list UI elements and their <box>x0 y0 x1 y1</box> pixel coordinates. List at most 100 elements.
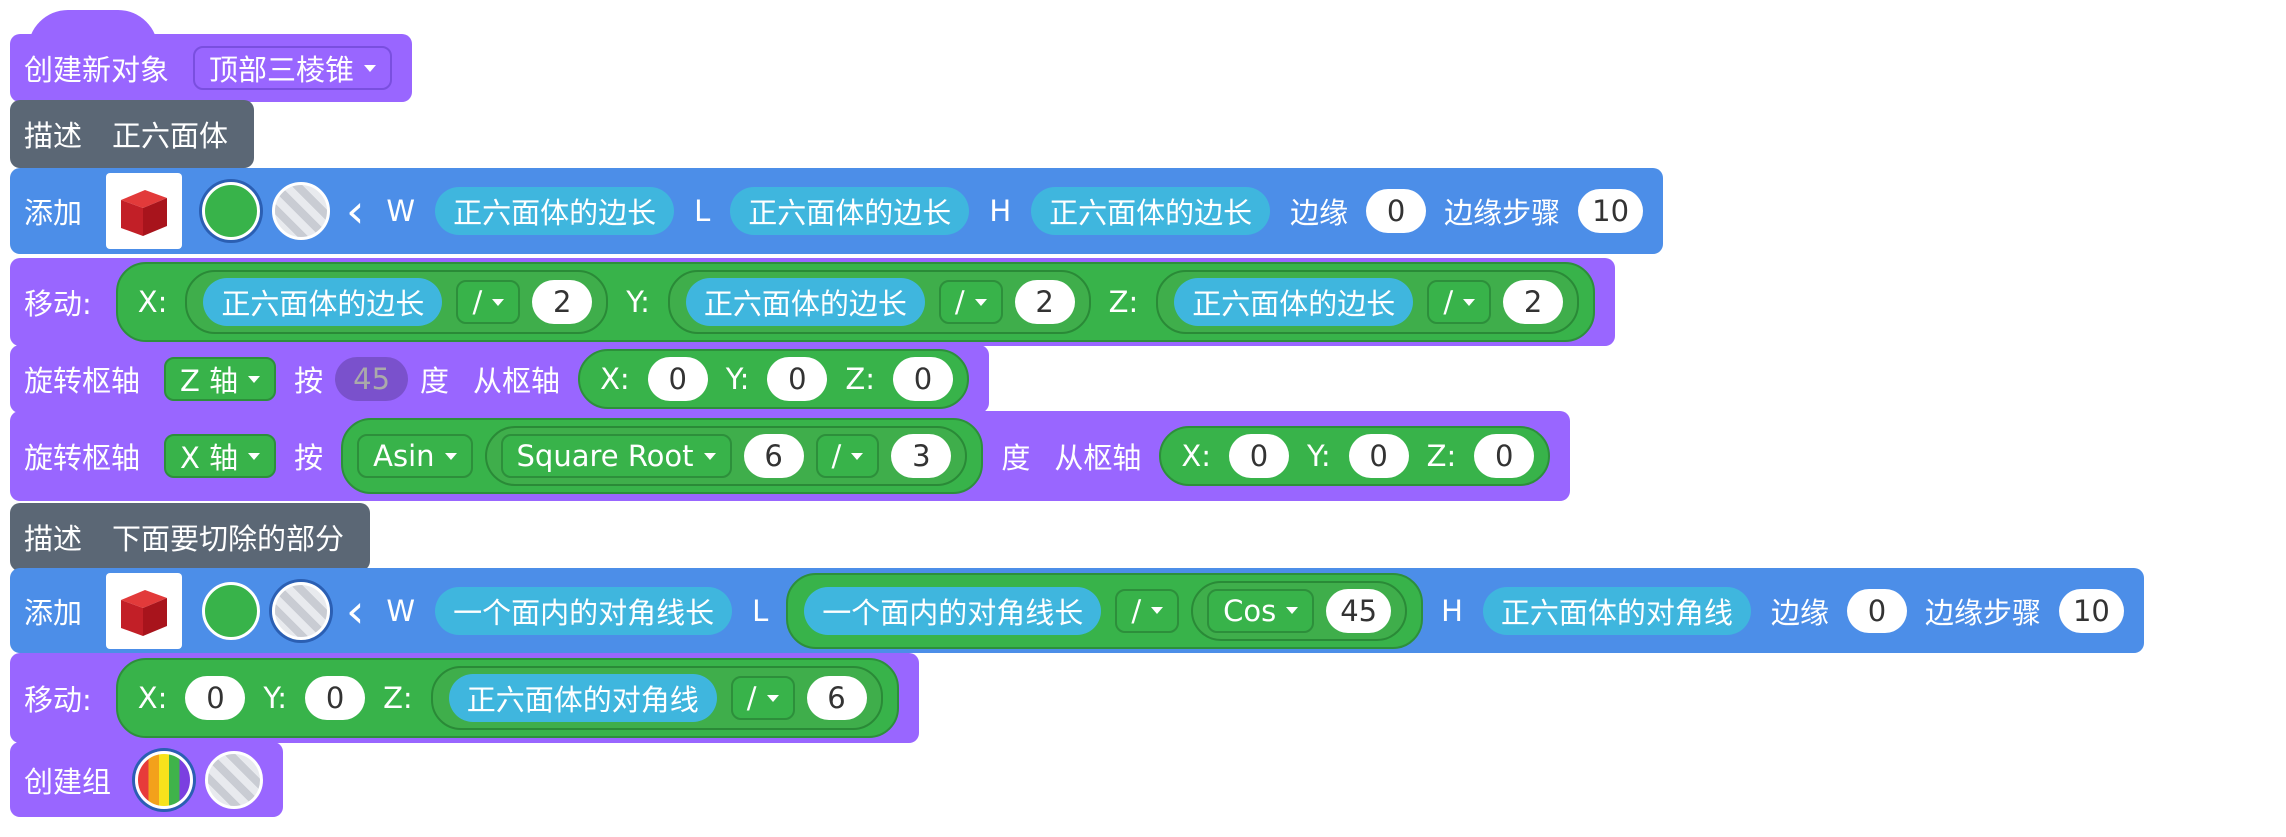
h-value[interactable]: 正六面体的边长 <box>1031 187 1271 235</box>
w-value[interactable]: 一个面内的对角线长 <box>435 586 733 635</box>
color-swatch-multicolor[interactable] <box>135 750 194 809</box>
block-label: 添加 <box>24 595 83 630</box>
w-value[interactable]: 正六面体的边长 <box>435 187 675 235</box>
rotate-pivot-block[interactable]: 旋转枢轴 Z 轴 按 45 度 从枢轴 X: 0 Y: 0 Z: 0 <box>10 345 989 413</box>
operator-dropdown[interactable]: / <box>815 434 880 478</box>
x-variable[interactable]: 正六面体的边长 <box>203 278 443 326</box>
degree-input[interactable]: 45 <box>335 357 409 401</box>
divisor-input[interactable]: 6 <box>806 676 867 720</box>
asin-dropdown[interactable]: Asin <box>357 434 473 478</box>
xyz-group: X: 正六面体的边长 / 2 Y: 正六面体的边长 / 2 Z: 正六面体的边长… <box>115 262 1596 342</box>
z-expression[interactable]: 正六面体的对角线 / 6 <box>430 666 883 730</box>
y-input[interactable]: 0 <box>305 676 366 720</box>
color-swatch-green[interactable] <box>202 182 261 240</box>
h-label: H <box>1441 593 1463 628</box>
move-block-2[interactable]: 移动: X: 0 Y: 0 Z: 正六面体的对角线 / 6 <box>10 653 919 743</box>
x-input[interactable]: 0 <box>1229 434 1289 478</box>
color-swatch-green[interactable] <box>202 581 261 640</box>
z-label: Z: <box>383 681 413 715</box>
block-label: 添加 <box>24 196 83 230</box>
chevron-left-icon[interactable]: ‹ <box>346 184 364 238</box>
divisor-input[interactable]: 2 <box>1503 280 1564 324</box>
z-variable[interactable]: 正六面体的边长 <box>1174 278 1414 326</box>
l-variable[interactable]: 一个面内的对角线长 <box>804 586 1102 635</box>
color-swatch-transparent[interactable] <box>272 581 331 640</box>
color-swatch-transparent[interactable] <box>272 182 331 240</box>
pivot-label: 从枢轴 <box>473 364 561 398</box>
cos-arg-input[interactable]: 45 <box>1326 588 1392 633</box>
caret-down-icon <box>766 694 779 702</box>
cos-expression[interactable]: Cos 45 <box>1191 580 1408 641</box>
xyz-group: X: 0 Y: 0 Z: 正六面体的对角线 / 6 <box>115 658 899 738</box>
y-variable[interactable]: 正六面体的边长 <box>685 278 925 326</box>
z-expression[interactable]: 正六面体的边长 / 2 <box>1156 270 1580 334</box>
y-input[interactable]: 0 <box>767 357 828 401</box>
h-value[interactable]: 正六面体的对角线 <box>1482 586 1751 635</box>
pivot-xyz-group: X: 0 Y: 0 Z: 0 <box>1159 426 1551 486</box>
description-text[interactable]: 下面要切除的部分 <box>112 516 344 558</box>
sqrt-arg-input[interactable]: 6 <box>743 434 804 478</box>
x-expression[interactable]: 正六面体的边长 / 2 <box>185 270 609 334</box>
x-label: X: <box>600 362 630 396</box>
chevron-left-icon[interactable]: ‹ <box>346 584 364 638</box>
operator-dropdown[interactable]: / <box>730 676 795 720</box>
edge-input[interactable]: 0 <box>1366 189 1427 233</box>
l-value[interactable]: 正六面体的边长 <box>730 187 970 235</box>
by-label: 按 <box>294 441 324 475</box>
description-text[interactable]: 正六面体 <box>112 113 228 155</box>
caret-down-icon <box>248 375 261 383</box>
y-label: Y: <box>626 285 650 319</box>
sqrt-dropdown[interactable]: Square Root <box>500 434 732 478</box>
l-expression[interactable]: 一个面内的对角线长 / Cos 45 <box>786 572 1424 649</box>
caret-down-icon <box>492 298 505 306</box>
block-label: 移动: <box>24 287 92 321</box>
sqrt-expression[interactable]: Square Root 6 / 3 <box>484 426 968 486</box>
caret-down-icon <box>703 452 716 460</box>
rotate-pivot-block-2[interactable]: 旋转枢轴 X 轴 按 Asin Square Root 6 / 3 度 从枢轴 … <box>10 411 1571 501</box>
add-box-block-2[interactable]: 添加 ‹ W 一个面内的对角线长 L 一个面内的对角线长 / Cos 45 H … <box>10 568 2144 653</box>
x-input[interactable]: 0 <box>185 676 246 720</box>
divisor-input[interactable]: 3 <box>891 434 952 478</box>
caret-down-icon <box>248 452 261 460</box>
asin-expression[interactable]: Asin Square Root 6 / 3 <box>341 418 984 494</box>
z-variable[interactable]: 正六面体的对角线 <box>448 674 717 722</box>
operator-dropdown[interactable]: / <box>1115 588 1180 633</box>
axis-dropdown[interactable]: X 轴 <box>164 434 277 478</box>
cos-dropdown[interactable]: Cos <box>1207 588 1315 633</box>
x-input[interactable]: 0 <box>647 357 708 401</box>
describe-block[interactable]: 描述 正六面体 <box>10 100 255 168</box>
cube-shape-icon[interactable] <box>106 572 183 649</box>
z-input[interactable]: 0 <box>892 357 953 401</box>
describe-block-2[interactable]: 描述 下面要切除的部分 <box>10 503 371 571</box>
axis-dropdown[interactable]: Z 轴 <box>164 357 277 401</box>
operator-dropdown[interactable]: / <box>456 280 521 324</box>
object-dropdown[interactable]: 顶部三棱锥 <box>193 46 393 90</box>
z-label: Z: <box>845 362 875 396</box>
block-label: 旋转枢轴 <box>24 364 141 398</box>
z-input[interactable]: 0 <box>1474 434 1535 478</box>
color-swatch-transparent[interactable] <box>205 750 264 809</box>
x-label: X: <box>137 285 168 319</box>
edge-input[interactable]: 0 <box>1846 588 1907 633</box>
operator-dropdown[interactable]: / <box>938 280 1003 324</box>
add-box-block[interactable]: 添加 ‹ W 正六面体的边长 L 正六面体的边长 H 正六面体的边长 边缘 0 … <box>10 168 1664 254</box>
divisor-input[interactable]: 2 <box>1014 280 1075 324</box>
create-object-block[interactable]: 创建新对象 顶部三棱锥 <box>10 34 413 102</box>
y-input[interactable]: 0 <box>1348 434 1409 478</box>
block-label: 描述 <box>24 522 83 556</box>
y-label: Y: <box>725 362 750 396</box>
y-expression[interactable]: 正六面体的边长 / 2 <box>667 270 1091 334</box>
move-block[interactable]: 移动: X: 正六面体的边长 / 2 Y: 正六面体的边长 / 2 Z: 正六面… <box>10 258 1616 346</box>
operator-dropdown[interactable]: / <box>1427 280 1492 324</box>
divisor-input[interactable]: 2 <box>532 280 593 324</box>
edge-steps-input[interactable]: 10 <box>1578 189 1644 233</box>
edge-label: 边缘 <box>1290 196 1349 230</box>
edge-steps-label: 边缘步骤 <box>1444 196 1561 230</box>
caret-down-icon <box>1151 607 1164 614</box>
pivot-label: 从枢轴 <box>1054 441 1142 475</box>
edge-steps-label: 边缘步骤 <box>1924 595 2041 630</box>
edge-steps-input[interactable]: 10 <box>2058 588 2124 633</box>
create-group-block[interactable]: 创建组 <box>10 742 284 817</box>
block-label: 描述 <box>24 119 83 153</box>
cube-shape-icon[interactable] <box>106 173 183 249</box>
